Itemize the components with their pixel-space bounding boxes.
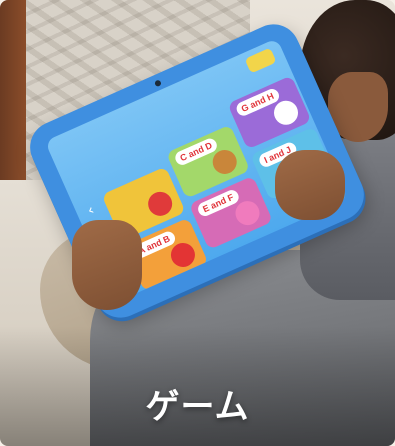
tile-bubble: E and F xyxy=(195,188,241,219)
monster-icon xyxy=(144,187,177,220)
app-logo xyxy=(244,47,277,74)
wooden-furniture xyxy=(0,0,26,200)
category-card[interactable]: ‹ C and D G and H A and B E and F I and … xyxy=(0,0,395,446)
category-caption: ゲーム xyxy=(145,387,250,427)
child-right-hand xyxy=(275,150,345,220)
back-arrow-icon: ‹ xyxy=(85,202,97,220)
camera-icon xyxy=(153,79,162,88)
child-left-hand xyxy=(72,220,142,310)
